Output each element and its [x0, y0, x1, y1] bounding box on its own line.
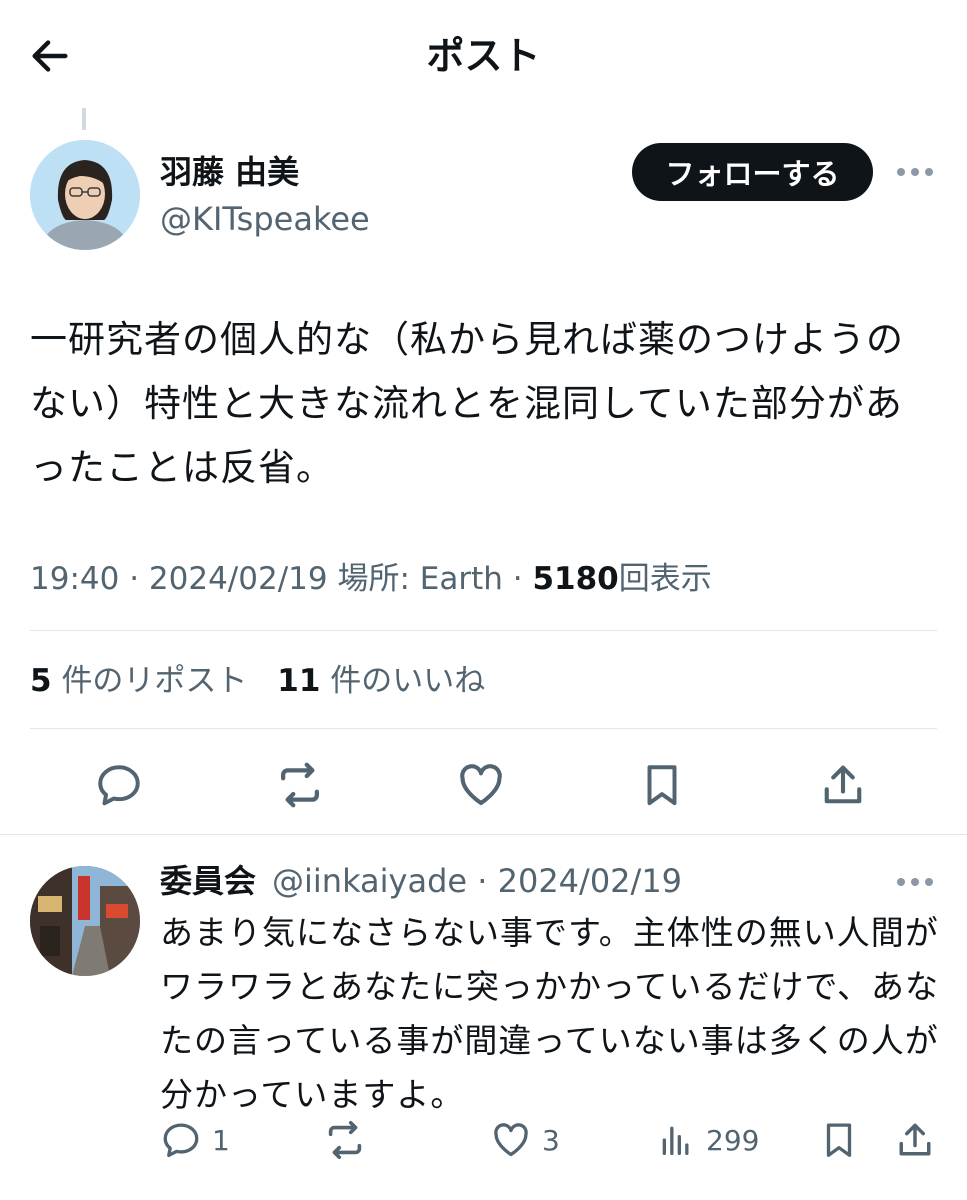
- share-button[interactable]: [813, 755, 873, 815]
- top-bar: ポスト: [0, 0, 967, 108]
- thread-connector-line: [82, 108, 86, 130]
- location-value: Earth: [419, 561, 503, 597]
- reply-icon: [163, 1123, 199, 1158]
- location-label: 場所:: [337, 561, 420, 597]
- like-count: 3: [542, 1123, 560, 1157]
- more-icon: [897, 878, 933, 886]
- repost-count-link[interactable]: 5 件のリポスト: [30, 663, 247, 699]
- reply-date[interactable]: 2024/02/19: [498, 862, 682, 900]
- reply-like-button[interactable]: 3: [490, 1116, 560, 1164]
- reply-reply-button[interactable]: 1: [160, 1116, 230, 1164]
- bookmark-icon: [826, 1123, 852, 1157]
- heart-icon: [494, 1123, 528, 1157]
- more-icon: [897, 168, 933, 176]
- repost-icon: [328, 1120, 362, 1160]
- reply-repost-button[interactable]: [322, 1116, 368, 1164]
- heart-icon: [460, 764, 502, 806]
- view-count: 299: [706, 1123, 760, 1157]
- reply-bookmark-button[interactable]: [818, 1116, 860, 1164]
- reply-author-handle[interactable]: @iinkaiyade: [272, 862, 467, 900]
- bookmark-button[interactable]: [632, 755, 692, 815]
- more-options-button[interactable]: [892, 156, 938, 188]
- bookmark-icon: [647, 765, 677, 806]
- reply-author-name[interactable]: 委員会: [160, 858, 256, 904]
- like-button[interactable]: [451, 755, 511, 815]
- follow-button[interactable]: フォローする: [632, 143, 873, 201]
- engagement-stats: 5 件のリポスト 11 件のいいね: [30, 658, 505, 704]
- analytics-icon: [662, 1126, 689, 1155]
- divider: [30, 728, 937, 729]
- post-text: 一研究者の個人的な（私から見れば薬のつけようのない）特性と大きな流れとを混同して…: [30, 318, 904, 489]
- author-handle[interactable]: @KITspeakee: [160, 196, 370, 242]
- reply-button[interactable]: [89, 755, 149, 815]
- repost-button[interactable]: [270, 755, 330, 815]
- page-title: ポスト: [426, 34, 541, 78]
- author-name[interactable]: 羽藤 由美: [160, 148, 299, 196]
- reply-count: 1: [212, 1123, 230, 1157]
- share-icon: [899, 1123, 931, 1156]
- post-meta: 19:40 · 2024/02/19 場所: Earth · 5180回表示: [30, 561, 712, 597]
- reply-more-options-button[interactable]: [892, 866, 938, 898]
- divider: [30, 630, 937, 631]
- reply-text: あまり気になさらない事です。主体性の無い人間がワラワラとあなたに突っかかっている…: [160, 913, 940, 1114]
- avatar-street-image: [30, 866, 140, 976]
- avatar-portrait-image: [30, 140, 140, 250]
- avatar[interactable]: [30, 140, 140, 250]
- view-count: 5180: [532, 561, 619, 597]
- repost-icon: [280, 762, 320, 808]
- post-time[interactable]: 19:40: [30, 561, 119, 597]
- like-count-link[interactable]: 11 件のいいね: [277, 663, 485, 699]
- reply-views-button[interactable]: 299: [656, 1116, 759, 1164]
- reply-icon: [98, 765, 140, 806]
- reply-avatar[interactable]: [30, 866, 140, 976]
- view-count-label: 回表示: [618, 561, 712, 597]
- share-icon: [824, 765, 862, 804]
- reply-author-meta: @iinkaiyade · 2024/02/19: [272, 862, 683, 900]
- reply-share-button[interactable]: [893, 1116, 937, 1164]
- post-date[interactable]: 2024/02/19: [149, 561, 328, 597]
- divider: [0, 834, 967, 835]
